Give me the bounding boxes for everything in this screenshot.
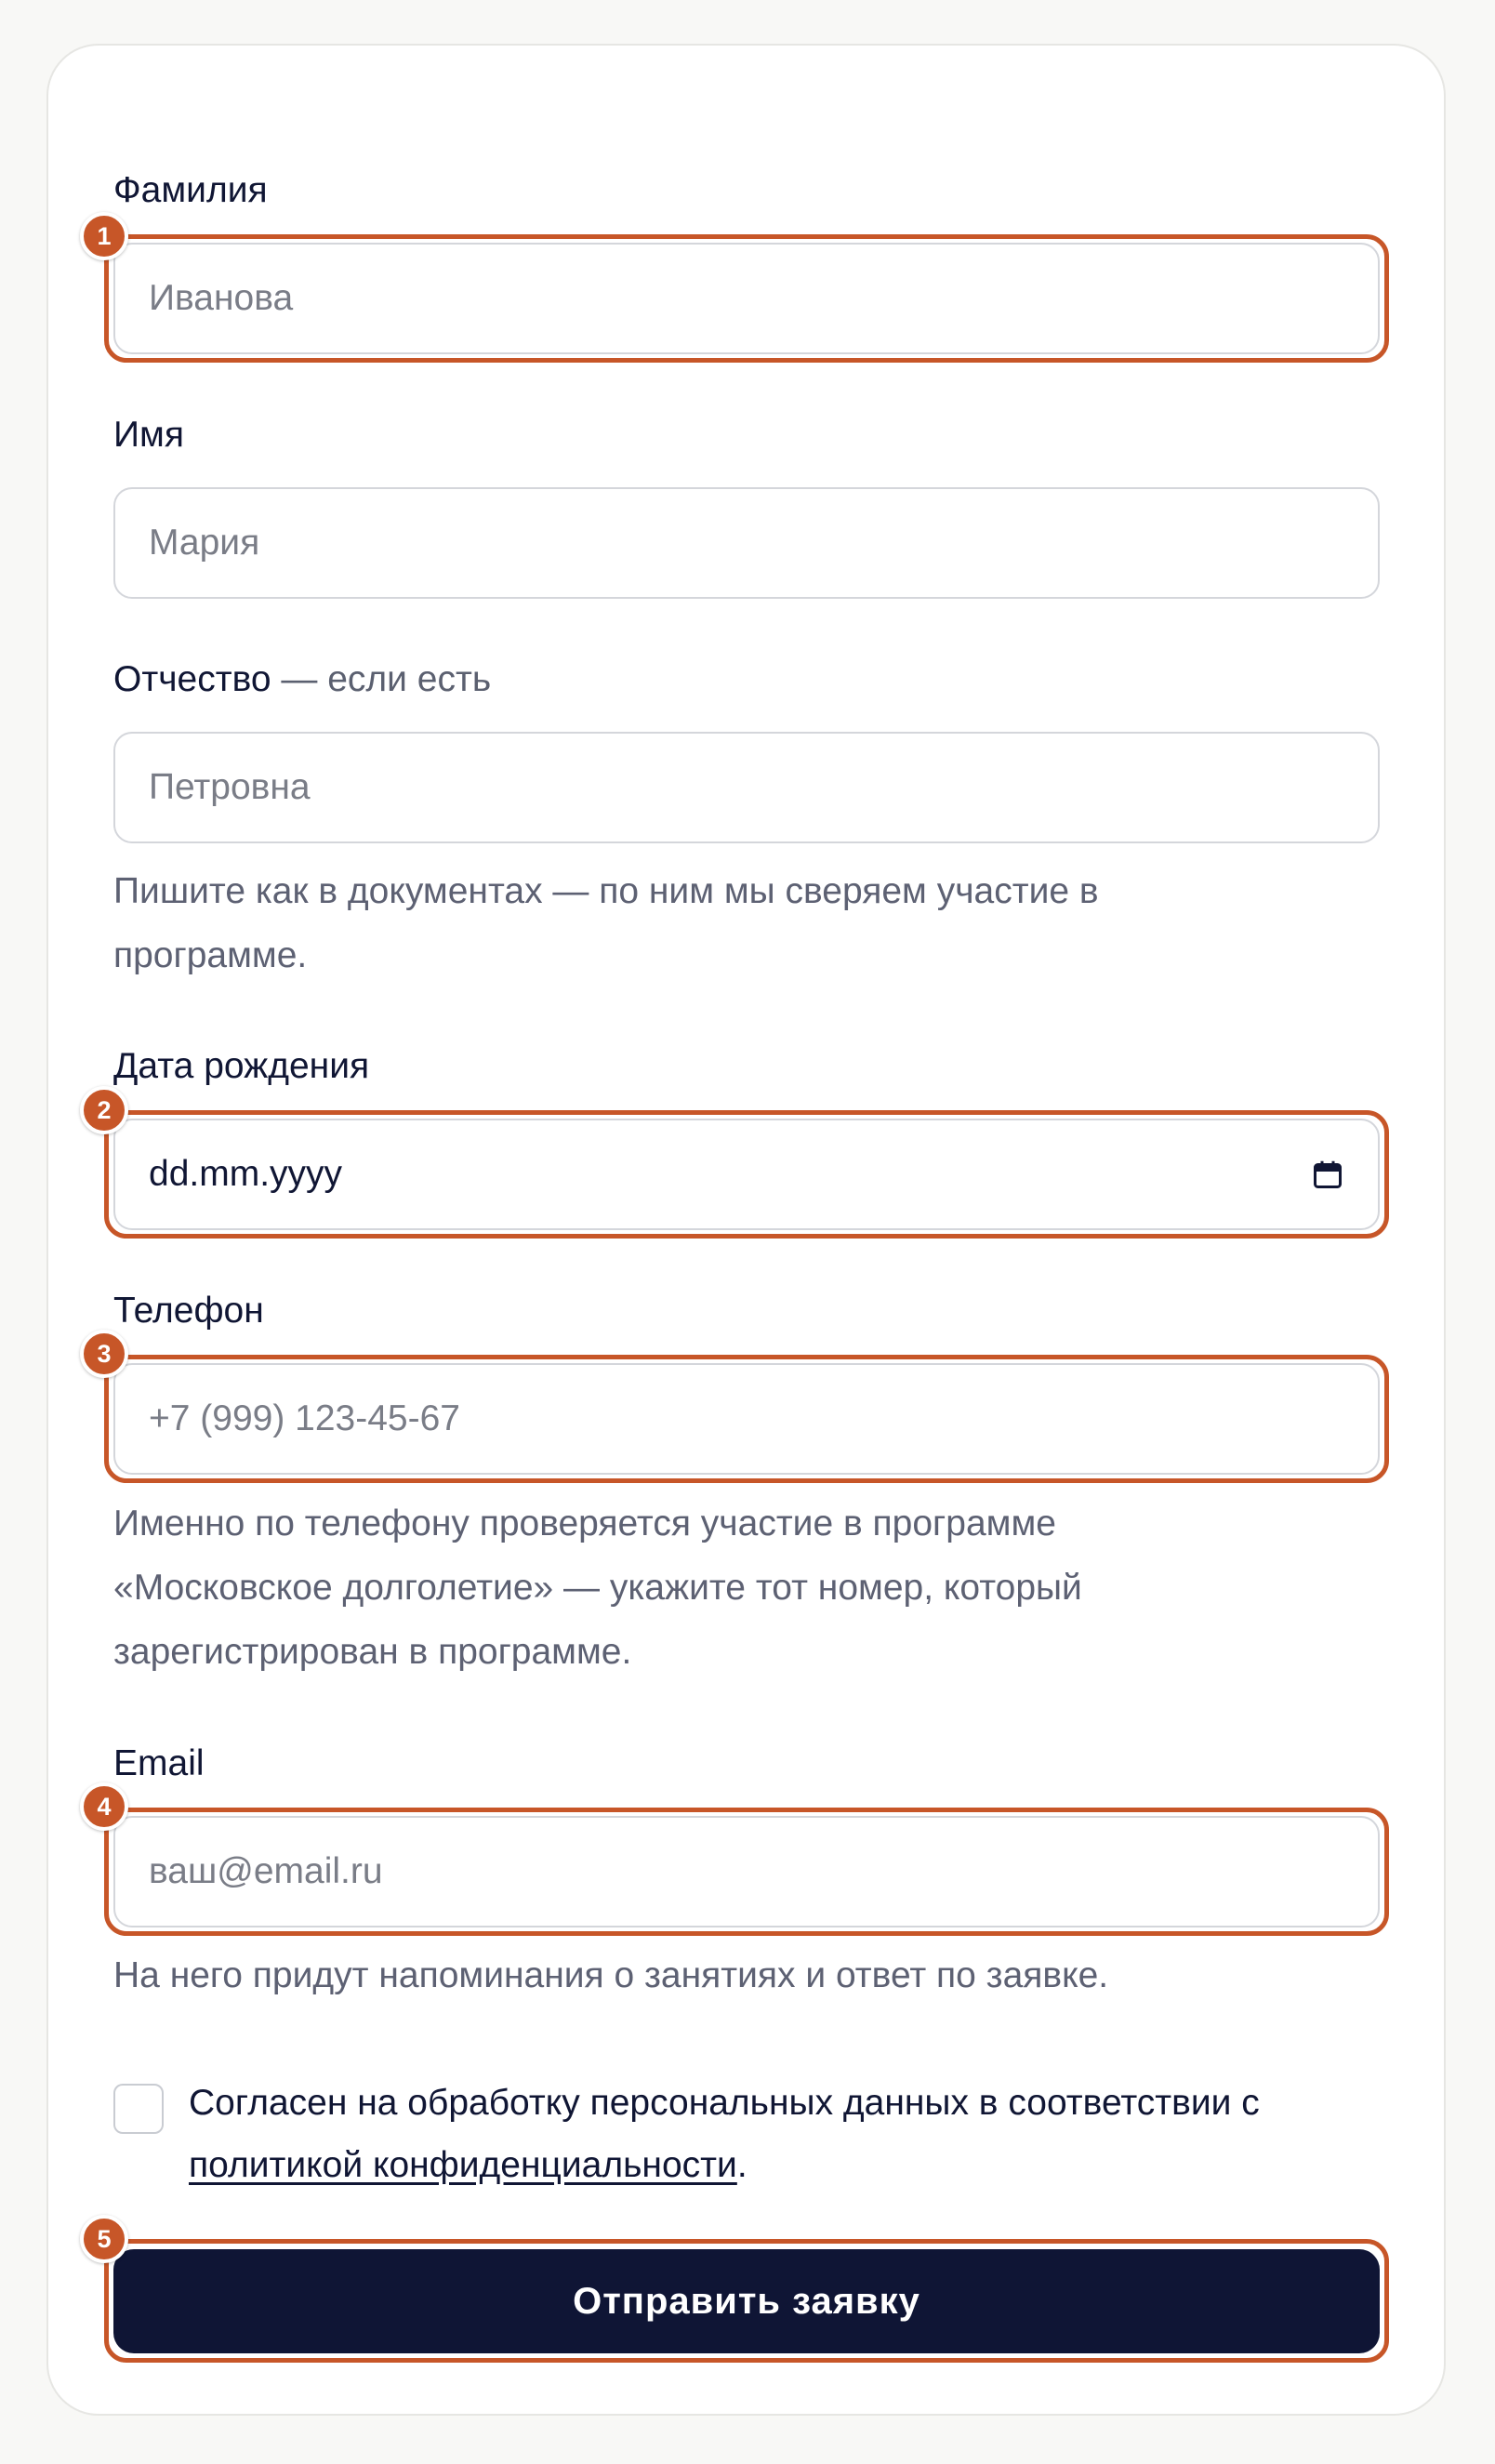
calendar-icon[interactable] — [1311, 1158, 1344, 1191]
first-name-input[interactable] — [113, 487, 1380, 599]
birth-date-label: Дата рождения — [113, 1046, 370, 1086]
middle-name-note: — если есть — [271, 659, 492, 699]
consent-checkbox[interactable] — [113, 2084, 164, 2134]
last-name-label: Фамилия — [113, 170, 268, 210]
annotation-badge-3: 3 — [80, 1330, 128, 1378]
consent-text-main: Согласен на обработку персональных данны… — [189, 2083, 1260, 2123]
name-hint: Пишите как в документах — по ним мы свер… — [113, 871, 1099, 975]
middle-name-label: Отчество — если есть — [113, 659, 491, 700]
first-name-label: Имя — [113, 415, 184, 455]
middle-name-label-text: Отчество — [113, 659, 271, 699]
phone-hint: Именно по телефону проверяется участие в… — [113, 1504, 1082, 1672]
last-name-input[interactable] — [113, 243, 1380, 354]
privacy-policy-link[interactable]: политикой конфиденциальности — [189, 2145, 737, 2185]
email-hint: На него придут напоминания о занятиях и … — [113, 1955, 1109, 1995]
annotation-badge-1: 1 — [80, 212, 128, 260]
annotation-badge-2: 2 — [80, 1086, 128, 1134]
middle-name-input[interactable] — [113, 732, 1380, 843]
consent-text: Согласен на обработку персональных данны… — [189, 2072, 1397, 2196]
birth-date-input[interactable]: dd.mm.yyyy — [113, 1119, 1380, 1230]
annotation-badge-5: 5 — [80, 2215, 128, 2263]
phone-label: Телефон — [113, 1291, 264, 1331]
email-label: Email — [113, 1743, 205, 1783]
birth-date-value: dd.mm.yyyy — [149, 1154, 343, 1194]
submit-button[interactable]: Отправить заявку — [113, 2249, 1380, 2353]
phone-input[interactable] — [113, 1363, 1380, 1475]
consent-text-suffix: . — [736, 2145, 748, 2185]
annotation-badge-4: 4 — [80, 1782, 128, 1831]
email-input[interactable] — [113, 1816, 1380, 1927]
